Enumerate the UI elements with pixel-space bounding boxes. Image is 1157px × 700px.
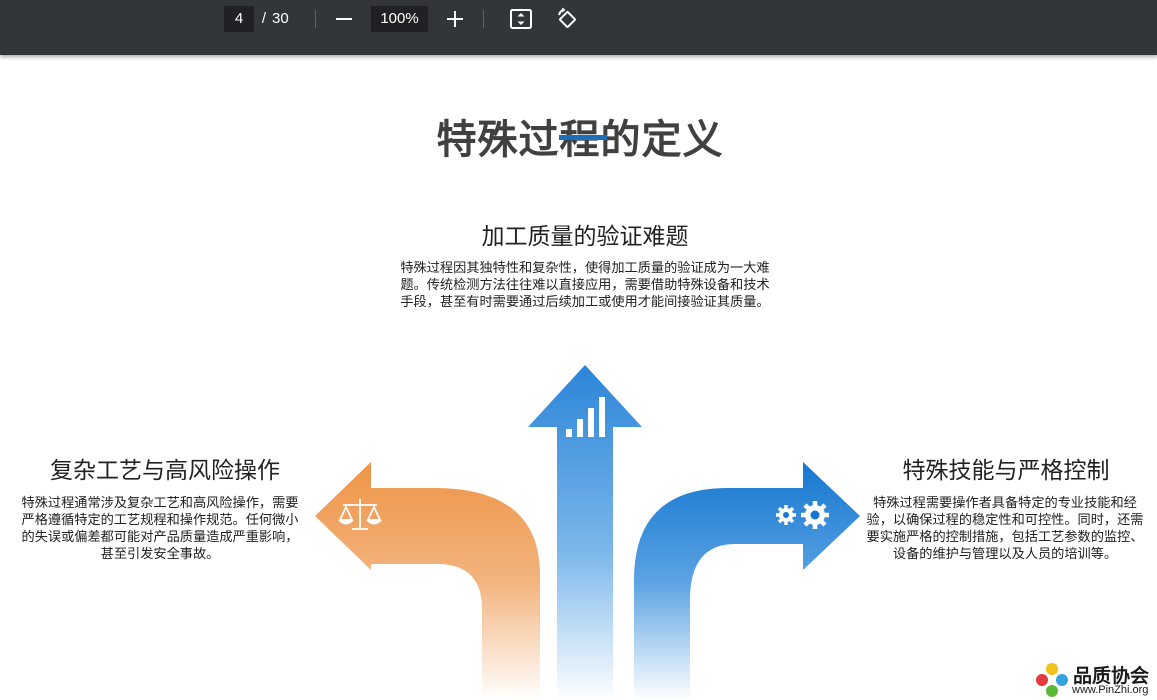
rotate-button[interactable] (553, 6, 579, 32)
right-section-title: 特殊技能与严格控制 (902, 458, 1110, 484)
top-section-text: 特殊过程因其独特性和复杂性，使得加工质量的验证成为一大难题。传统检测方法往往难以… (400, 261, 770, 310)
pdf-toolbar: 4 / 30 100% (0, 0, 1157, 55)
top-section-title: 加工质量的验证难题 (481, 224, 689, 250)
right-arrow (634, 462, 860, 700)
page-total: 30 (272, 10, 289, 27)
watermark-logo (1036, 663, 1068, 697)
slide-page: 特殊过程的定义 加工质量的验证难题 特殊过程因其独特性和复杂性，使得加工质量的验… (0, 55, 1157, 700)
watermark-url: www.PinZhi.org (1072, 684, 1149, 696)
zoom-input[interactable]: 100% (371, 6, 428, 32)
page-separator: / (261, 10, 267, 27)
middle-arrow (528, 365, 642, 700)
right-section-text: 特殊过程需要操作者具备特定的专业技能和经验，以确保过程的稳定性和可控性。同时，还… (866, 496, 1144, 562)
left-section-text: 特殊过程通常涉及复杂工艺和高风险操作，需要严格遵循特定的工艺规程和操作规范。任何… (21, 496, 299, 562)
minus-icon (336, 18, 352, 20)
zoom-out-button[interactable] (331, 6, 357, 32)
page-number-input[interactable]: 4 (224, 6, 254, 32)
left-section-title: 复杂工艺与高风险操作 (50, 458, 280, 484)
fit-page-icon (510, 9, 532, 29)
title-accent-bar (559, 135, 607, 140)
rotate-icon (558, 7, 576, 28)
toolbar-divider (483, 10, 484, 28)
zoom-in-button[interactable] (442, 6, 468, 32)
fit-to-page-button[interactable] (508, 6, 534, 32)
left-arrow (315, 462, 540, 700)
plus-icon (447, 11, 463, 27)
toolbar-divider (315, 10, 316, 28)
